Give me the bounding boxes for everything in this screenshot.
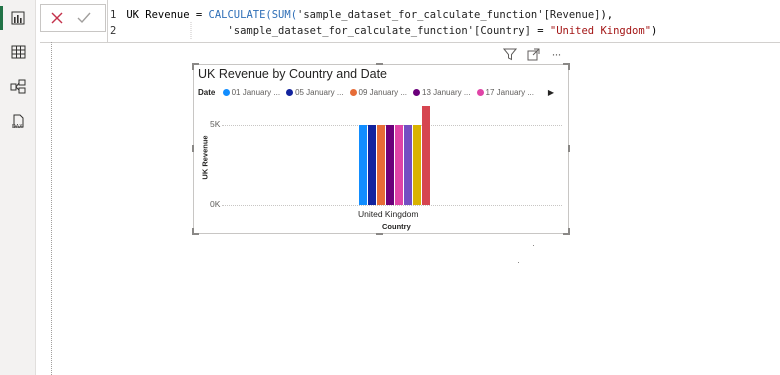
resize-handle[interactable] bbox=[192, 63, 194, 70]
canvas-boundary bbox=[51, 42, 52, 375]
chart-bar[interactable] bbox=[404, 125, 412, 205]
chart-bar[interactable] bbox=[359, 125, 367, 205]
formula-actions bbox=[40, 4, 106, 32]
y-axis-title: UK Revenue bbox=[200, 135, 210, 180]
model-view-icon[interactable] bbox=[6, 76, 30, 98]
legend-item[interactable]: 17 January ... bbox=[476, 88, 534, 97]
chart-bar[interactable] bbox=[422, 105, 430, 205]
chart-title: UK Revenue by Country and Date bbox=[198, 67, 387, 81]
legend-title: Date bbox=[198, 88, 216, 97]
cancel-formula-button[interactable] bbox=[44, 7, 70, 29]
resize-handle[interactable] bbox=[376, 233, 383, 235]
canvas-artifact bbox=[518, 262, 519, 263]
line-number: 2 bbox=[110, 25, 117, 37]
legend-color-swatch bbox=[476, 89, 484, 96]
chart-bar[interactable] bbox=[377, 125, 385, 205]
sum-function: SUM( bbox=[271, 9, 298, 21]
indent-guides bbox=[190, 22, 192, 40]
legend-color-swatch bbox=[349, 89, 357, 96]
legend-item-label: 09 January ... bbox=[358, 88, 408, 97]
dax-editor[interactable]: 1 UK Revenue = CALCULATE(SUM('sample_dat… bbox=[107, 0, 780, 42]
line-number: 1 bbox=[110, 9, 117, 21]
legend-color-swatch bbox=[413, 89, 421, 96]
equals-sign: = bbox=[530, 25, 550, 37]
resize-handle[interactable] bbox=[568, 228, 570, 235]
table-view-icon[interactable] bbox=[6, 41, 30, 63]
chart-bar[interactable] bbox=[386, 125, 394, 205]
chart-bar[interactable] bbox=[413, 125, 421, 205]
x-tick-label: United Kingdom bbox=[358, 209, 419, 219]
y-tick-label: 0K bbox=[210, 199, 221, 209]
resize-handle[interactable] bbox=[568, 145, 570, 152]
chart-bar[interactable] bbox=[368, 125, 376, 205]
focus-mode-icon[interactable] bbox=[525, 46, 541, 62]
chart-legend: Date 01 January ... 05 January ... 09 Janu… bbox=[198, 88, 564, 102]
legend-item-label: 13 January ... bbox=[422, 88, 471, 97]
code-line-1: 1 UK Revenue = CALCULATE(SUM('sample_dat… bbox=[108, 7, 613, 23]
closing-paren: ), bbox=[600, 9, 614, 21]
equals-sign: = bbox=[189, 9, 209, 21]
legend-item[interactable]: 05 January ... bbox=[286, 88, 344, 97]
report-view-icon[interactable] bbox=[6, 7, 30, 29]
commit-formula-button[interactable] bbox=[71, 7, 97, 29]
close-icon bbox=[51, 12, 63, 24]
clustered-column-chart-visual[interactable]: UK Revenue by Country and Date Date 01 J… bbox=[192, 63, 570, 235]
gridline bbox=[222, 205, 562, 206]
legend-item[interactable]: 01 January ... bbox=[222, 88, 281, 97]
legend-item[interactable]: 09 January ... bbox=[349, 88, 408, 97]
legend-item-label: 01 January ... bbox=[231, 88, 281, 97]
visual-header: ··· bbox=[500, 45, 570, 63]
svg-text:DAX: DAX bbox=[12, 124, 23, 130]
legend-item[interactable]: 13 January ... bbox=[413, 88, 471, 97]
revenue-column-ref: 'sample_dataset_for_calculate_function'[… bbox=[297, 9, 601, 21]
resize-handle[interactable] bbox=[376, 63, 383, 65]
plot-area: UK Revenue 5K 0K United Kingdom Country bbox=[194, 105, 568, 233]
resize-handle[interactable] bbox=[568, 63, 570, 70]
legend-color-swatch bbox=[222, 89, 230, 96]
formula-bar: 1 UK Revenue = CALCULATE(SUM('sample_dat… bbox=[40, 0, 780, 43]
calculate-function: CALCULATE( bbox=[208, 9, 272, 21]
x-axis-title: Country bbox=[382, 222, 411, 231]
chart-bar[interactable] bbox=[395, 125, 403, 205]
legend-item-label: 05 January ... bbox=[295, 88, 344, 97]
country-column-ref: 'sample_dataset_for_calculate_function'[… bbox=[227, 25, 531, 37]
canvas-artifact bbox=[533, 245, 534, 246]
filter-string-value: "United Kingdom" bbox=[549, 25, 652, 37]
more-options-icon[interactable]: ··· bbox=[548, 46, 564, 62]
legend-color-swatch bbox=[286, 89, 294, 96]
dax-query-view-icon[interactable]: DAX bbox=[6, 111, 30, 133]
check-icon bbox=[77, 12, 91, 24]
filter-icon[interactable] bbox=[502, 46, 518, 62]
closing-paren: ) bbox=[651, 25, 658, 37]
legend-item-label: 17 January ... bbox=[485, 88, 534, 97]
y-tick-label: 5K bbox=[210, 119, 221, 129]
measure-name: UK Revenue bbox=[126, 9, 190, 21]
view-rail: DAX bbox=[0, 0, 36, 375]
legend-next-arrow-icon[interactable]: ▶ bbox=[548, 88, 554, 97]
active-view-indicator bbox=[0, 6, 3, 30]
